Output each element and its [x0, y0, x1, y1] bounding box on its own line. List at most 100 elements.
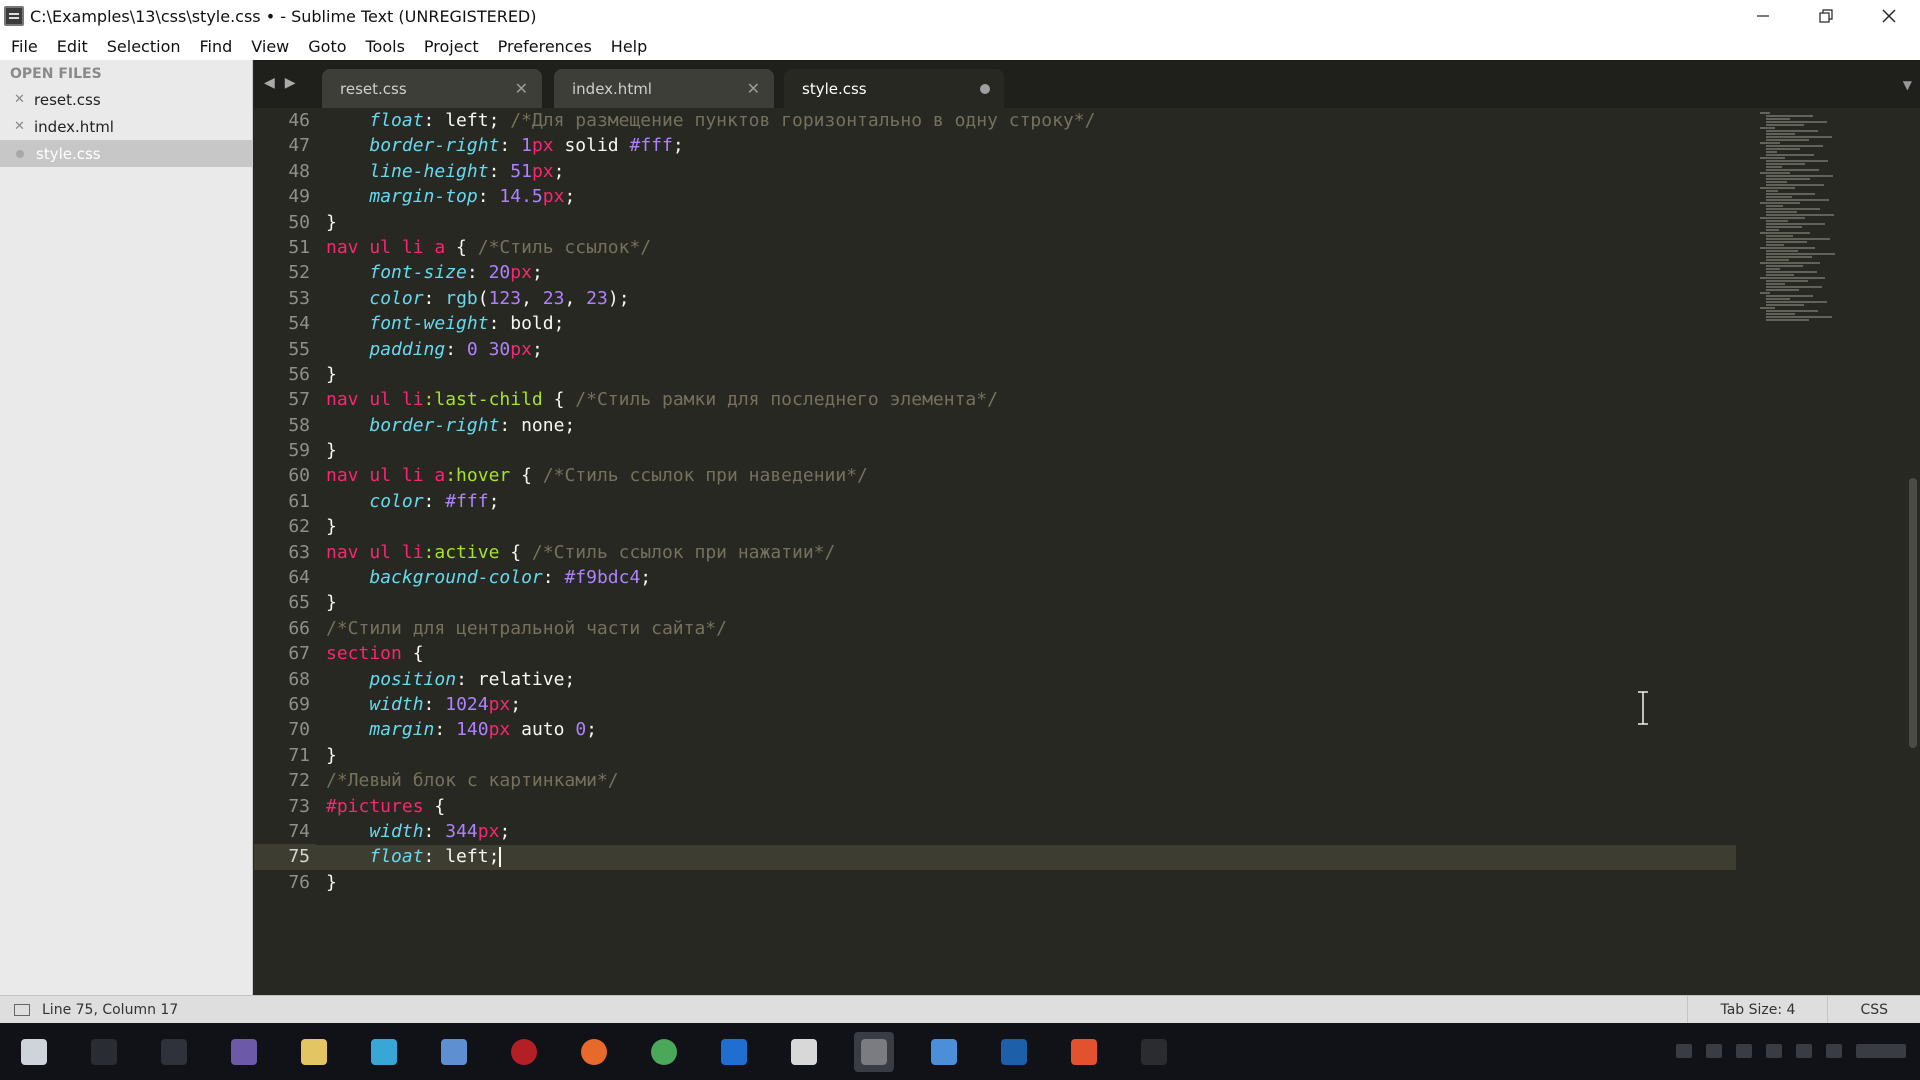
code-line[interactable]: } — [326, 514, 1746, 539]
taskbar-search[interactable] — [84, 1032, 124, 1072]
code-line[interactable]: width: 1024px; — [326, 692, 1746, 717]
code-line[interactable]: nav ul li:last-child { /*Стиль рамки для… — [326, 387, 1746, 412]
minimap-line — [1766, 178, 1810, 180]
start-button[interactable] — [14, 1032, 54, 1072]
tray-icon[interactable] — [1706, 1044, 1722, 1058]
taskbar-app-8[interactable] — [714, 1032, 754, 1072]
sidebar-file-style-css[interactable]: style.css — [0, 140, 252, 167]
menu-selection[interactable]: Selection — [100, 37, 188, 56]
taskbar-app-6[interactable] — [574, 1032, 614, 1072]
close-file-icon[interactable]: ✕ — [14, 119, 34, 134]
minimize-button[interactable] — [1731, 0, 1794, 32]
code-line[interactable]: position: relative; — [326, 667, 1746, 692]
line-number: 50 — [288, 211, 310, 233]
taskbar-app-13[interactable] — [1134, 1032, 1174, 1072]
code-line[interactable]: width: 344px; — [326, 819, 1746, 844]
close-file-icon[interactable]: ✕ — [14, 92, 34, 107]
tab-close-icon[interactable]: ✕ — [515, 79, 528, 98]
code-line[interactable]: /*Левый блок с картинками*/ — [326, 768, 1746, 793]
taskbar-app-12[interactable] — [1064, 1032, 1104, 1072]
code-line[interactable]: /*Стили для центральной части сайта*/ — [326, 616, 1746, 641]
tab-next-icon[interactable]: ▶ — [285, 75, 296, 91]
code-line[interactable]: font-weight: bold; — [326, 311, 1746, 336]
menu-edit[interactable]: Edit — [50, 37, 95, 56]
vertical-scrollbar[interactable] — [1906, 108, 1920, 995]
menu-project[interactable]: Project — [417, 37, 486, 56]
line-number: 73 — [288, 795, 310, 817]
taskbar-app-1[interactable] — [224, 1032, 264, 1072]
taskbar-app-4[interactable] — [434, 1032, 474, 1072]
code-line[interactable]: nav ul li a { /*Стиль ссылок*/ — [326, 235, 1746, 260]
code-line[interactable]: font-size: 20px; — [326, 260, 1746, 285]
tray-icon[interactable] — [1796, 1044, 1812, 1058]
tab-index-html[interactable]: index.html ✕ — [554, 69, 774, 108]
close-button[interactable] — [1857, 0, 1920, 32]
clock-icon[interactable] — [1856, 1044, 1906, 1058]
code-area[interactable]: float: left; /*Для размещение пунктов го… — [326, 108, 1746, 895]
code-line[interactable]: } — [326, 438, 1746, 463]
taskbar-app-7[interactable] — [644, 1032, 684, 1072]
code-line[interactable]: margin: 140px auto 0; — [326, 717, 1746, 742]
taskbar-app-11[interactable] — [994, 1032, 1034, 1072]
tray-icon[interactable] — [1676, 1044, 1692, 1058]
tab-close-icon[interactable]: ✕ — [747, 79, 760, 98]
code-line[interactable]: } — [326, 210, 1746, 235]
tab-list-dropdown-icon[interactable]: ▼ — [1903, 78, 1912, 92]
code-line[interactable]: nav ul li:active { /*Стиль ссылок при на… — [326, 540, 1746, 565]
code-line[interactable]: color: #fff; — [326, 489, 1746, 514]
menu-preferences[interactable]: Preferences — [491, 37, 599, 56]
taskbar-app-2[interactable] — [294, 1032, 334, 1072]
code-line[interactable]: color: rgb(123, 23, 23); — [326, 286, 1746, 311]
menu-help[interactable]: Help — [604, 37, 654, 56]
code-line[interactable]: background-color: #f9bdc4; — [326, 565, 1746, 590]
menu-tools[interactable]: Tools — [359, 37, 412, 56]
code-line[interactable]: } — [326, 362, 1746, 387]
menu-file[interactable]: File — [4, 37, 45, 56]
menu-view[interactable]: View — [244, 37, 296, 56]
code-line[interactable]: padding: 0 30px; — [326, 337, 1746, 362]
taskbar-app-9[interactable] — [784, 1032, 824, 1072]
taskbar-app-5[interactable] — [504, 1032, 544, 1072]
tray-icon[interactable] — [1766, 1044, 1782, 1058]
menu-goto[interactable]: Goto — [301, 37, 353, 56]
restore-button[interactable] — [1794, 0, 1857, 32]
tray-icon[interactable] — [1736, 1044, 1752, 1058]
code-line[interactable]: border-right: 1px solid #fff; — [326, 133, 1746, 158]
tray-icon[interactable] — [1826, 1044, 1842, 1058]
menu-find[interactable]: Find — [193, 37, 240, 56]
code-line[interactable]: nav ul li a:hover { /*Стиль ссылок при н… — [326, 463, 1746, 488]
minimap-line — [1766, 316, 1832, 318]
minimap-line — [1766, 286, 1822, 288]
unsaved-dot-icon[interactable] — [980, 84, 990, 94]
line-number: 54 — [288, 313, 310, 335]
code-line[interactable]: float: left; — [326, 844, 1746, 869]
code-editor[interactable]: 46 47 48 49 50 51 52 53 54 55 56 57 58 59 60 61 62 63 64 65… — [254, 108, 1920, 995]
tab-style-css[interactable]: style.css — [784, 69, 1004, 108]
code-line[interactable]: float: left; /*Для размещение пунктов го… — [326, 108, 1746, 133]
tab-reset-css[interactable]: reset.css ✕ — [322, 69, 542, 108]
code-line[interactable]: margin-top: 14.5px; — [326, 184, 1746, 209]
tab-size-selector[interactable]: Tab Size: 4 — [1687, 996, 1827, 1024]
taskbar-app-3[interactable] — [364, 1032, 404, 1072]
panel-toggle-icon[interactable] — [14, 1003, 30, 1016]
sidebar-file-index-html[interactable]: ✕ index.html — [0, 113, 252, 140]
code-line[interactable]: } — [326, 590, 1746, 615]
code-line[interactable]: section { — [326, 641, 1746, 666]
taskbar-sublime-text[interactable] — [854, 1031, 894, 1072]
sidebar-file-reset-css[interactable]: ✕ reset.css — [0, 86, 252, 113]
scrollbar-thumb[interactable] — [1909, 478, 1917, 748]
code-line[interactable]: #pictures { — [326, 794, 1746, 819]
code-line[interactable]: line-height: 51px; — [326, 159, 1746, 184]
syntax-selector[interactable]: CSS — [1827, 996, 1920, 1024]
taskbar-task-view[interactable] — [154, 1032, 194, 1072]
code-line[interactable]: border-right: none; — [326, 413, 1746, 438]
code-line[interactable]: } — [326, 870, 1746, 895]
code-line[interactable]: } — [326, 743, 1746, 768]
tab-prev-icon[interactable]: ◀ — [264, 75, 275, 91]
minimap[interactable] — [1760, 112, 1860, 327]
line-number: 68 — [288, 668, 310, 690]
sublime-text-icon — [4, 6, 24, 26]
minimap-line — [1766, 226, 1802, 228]
taskbar-app-10[interactable] — [924, 1032, 964, 1072]
minimap-line — [1766, 136, 1832, 138]
